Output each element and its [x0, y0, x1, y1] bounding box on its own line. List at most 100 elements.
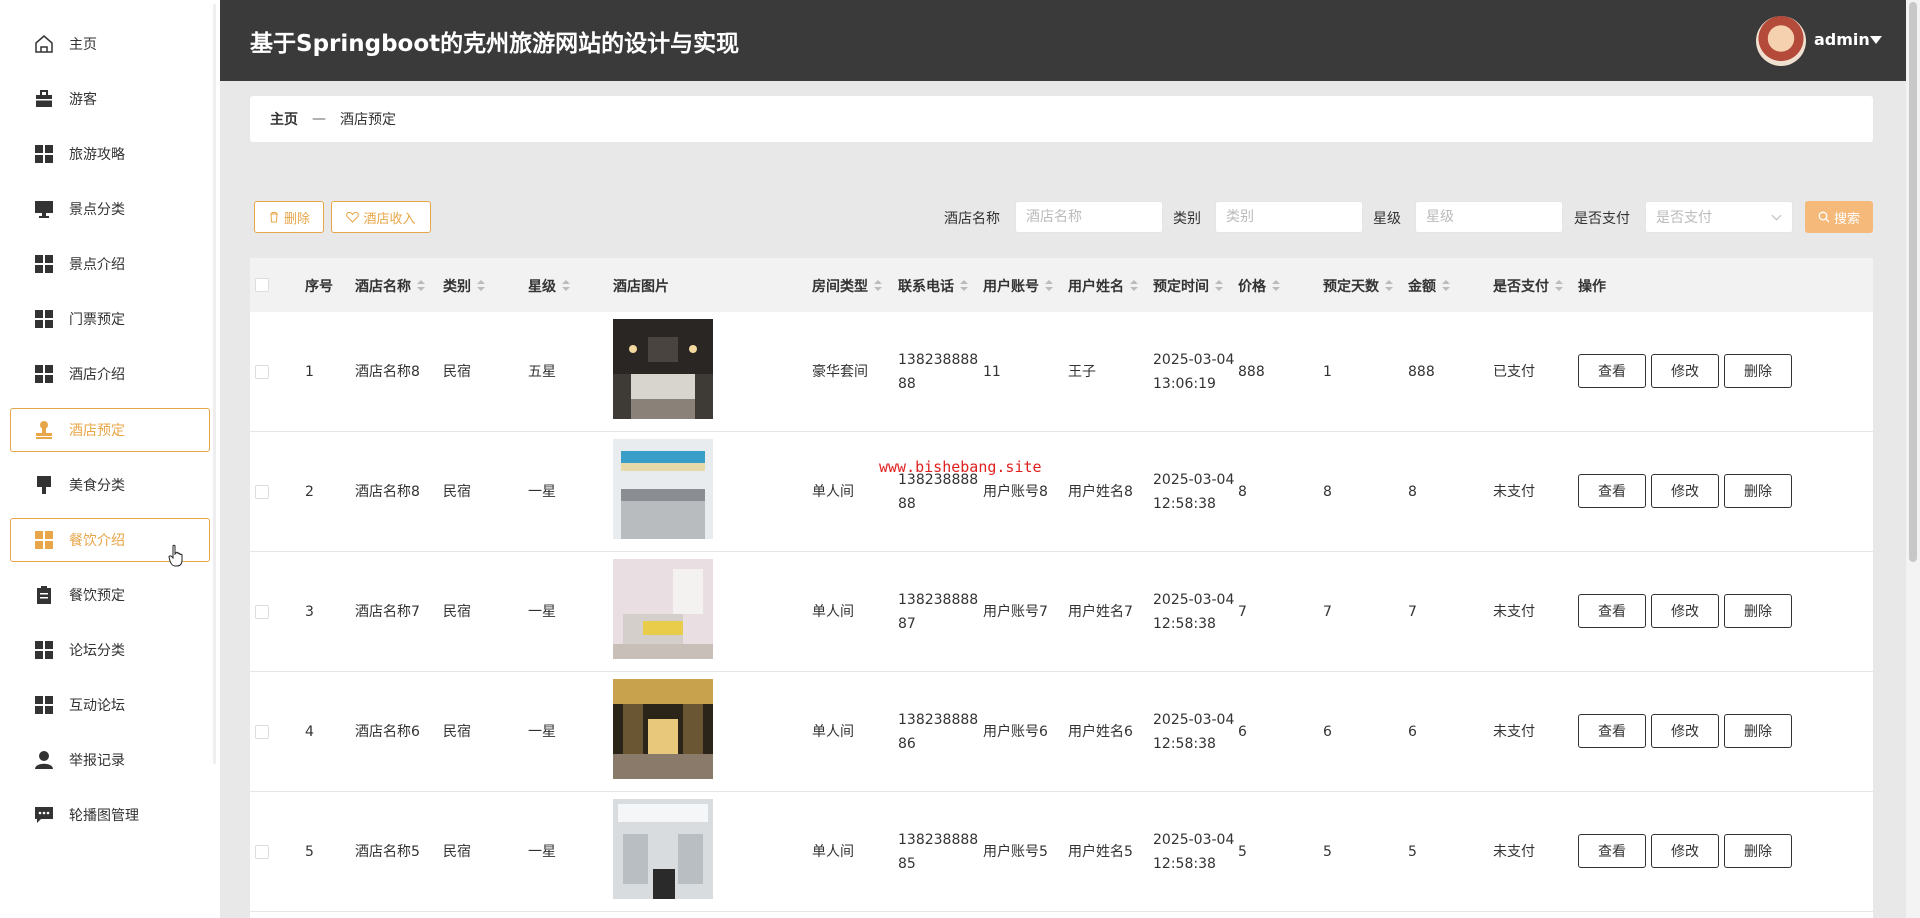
hotel-image[interactable] [613, 559, 713, 659]
sidebar-item-home[interactable]: 主页 [10, 22, 210, 66]
cell-category: 民宿 [443, 604, 471, 620]
delete-button[interactable]: 删除 [1724, 834, 1792, 868]
hotel-income-button[interactable]: 酒店收入 [331, 201, 431, 233]
search-button[interactable]: 搜索 [1805, 201, 1873, 233]
scrollbar-thumb[interactable] [1909, 2, 1917, 562]
delete-button[interactable]: 删除 [1724, 354, 1792, 388]
sidebar-item-hotel-intro[interactable]: 酒店介绍 [10, 352, 210, 396]
edit-button[interactable]: 修改 [1651, 834, 1719, 868]
hotel-image[interactable] [613, 679, 713, 779]
sidebar-item-forum[interactable]: 互动论坛 [10, 683, 210, 727]
cell-time: 12:58:38 [1153, 736, 1216, 752]
view-button[interactable]: 查看 [1578, 834, 1646, 868]
col-booking-time[interactable]: 预定时间 [1153, 276, 1223, 296]
cell-time: 13:06:19 [1153, 376, 1216, 392]
col-username[interactable]: 用户姓名 [1068, 276, 1138, 296]
sidebar-item-travel-guide[interactable]: 旅游攻略 [10, 132, 210, 176]
col-paid[interactable]: 是否支付 [1493, 276, 1563, 296]
sidebar-item-label: 举报记录 [69, 753, 125, 769]
cell-paid: 未支付 [1493, 844, 1535, 860]
view-button[interactable]: 查看 [1578, 594, 1646, 628]
sort-icon [874, 280, 882, 292]
hotel-image[interactable] [613, 439, 713, 539]
col-hotel-name[interactable]: 酒店名称 [355, 276, 425, 296]
view-button[interactable]: 查看 [1578, 714, 1646, 748]
search-label: 搜索 [1833, 211, 1860, 227]
sidebar-item-label: 旅游攻略 [69, 147, 125, 163]
sidebar-item-scenic-category[interactable]: 景点分类 [10, 187, 210, 231]
filter-hotel-name-input[interactable] [1015, 201, 1163, 233]
edit-button[interactable]: 修改 [1651, 594, 1719, 628]
sidebar-item-tourists[interactable]: 游客 [10, 77, 210, 121]
edit-button[interactable]: 修改 [1651, 474, 1719, 508]
cell-name: 用户姓名8 [1068, 484, 1133, 500]
trash-icon [269, 212, 278, 223]
cell-account: 用户账号8 [983, 484, 1048, 500]
cell-category: 民宿 [443, 364, 471, 380]
sidebar-item-scenic-intro[interactable]: 景点介绍 [10, 242, 210, 286]
sidebar-scrollbar[interactable] [213, 4, 216, 764]
col-account[interactable]: 用户账号 [983, 276, 1053, 296]
sidebar-item-carousel[interactable]: 轮播图管理 [10, 793, 210, 837]
edit-button[interactable]: 修改 [1651, 714, 1719, 748]
cell-star: 一星 [528, 604, 556, 620]
filter-category-input[interactable] [1215, 201, 1363, 233]
row-checkbox[interactable] [255, 605, 269, 619]
row-checkbox[interactable] [255, 485, 269, 499]
cell-phone-line2: 86 [898, 736, 916, 752]
cell-category: 民宿 [443, 844, 471, 860]
row-checkbox[interactable] [255, 845, 269, 859]
sidebar-item-reports[interactable]: 举报记录 [10, 738, 210, 782]
delete-button[interactable]: 删除 [1724, 474, 1792, 508]
grid-icon [33, 143, 55, 165]
sidebar-item-label: 论坛分类 [69, 643, 125, 659]
chevron-down-icon[interactable] [1870, 36, 1882, 44]
col-days[interactable]: 预定天数 [1323, 276, 1393, 296]
edit-button[interactable]: 修改 [1651, 354, 1719, 388]
select-all-checkbox[interactable] [255, 278, 269, 292]
cell-phone-line2: 87 [898, 616, 916, 632]
view-button[interactable]: 查看 [1578, 474, 1646, 508]
sidebar-item-food-category[interactable]: 美食分类 [10, 463, 210, 507]
bulk-delete-button[interactable]: 删除 [254, 201, 324, 233]
hotel-image[interactable] [613, 319, 713, 419]
delete-button[interactable]: 删除 [1724, 714, 1792, 748]
grid-icon [33, 694, 55, 716]
col-amount[interactable]: 金额 [1408, 276, 1450, 296]
col-price[interactable]: 价格 [1238, 276, 1280, 296]
cell-room: 单人间 [812, 844, 854, 860]
cell-paid: 已支付 [1493, 364, 1535, 380]
grid-icon [33, 363, 55, 385]
row-checkbox[interactable] [255, 725, 269, 739]
hotel-image[interactable] [613, 799, 713, 899]
cell-amount: 888 [1408, 364, 1435, 380]
col-category[interactable]: 类别 [443, 276, 485, 296]
sidebar-item-label: 餐饮介绍 [69, 533, 125, 549]
view-button[interactable]: 查看 [1578, 354, 1646, 388]
sidebar-item-dining-booking[interactable]: 餐饮预定 [10, 573, 210, 617]
cell-category: 民宿 [443, 484, 471, 500]
delete-button[interactable]: 删除 [1724, 594, 1792, 628]
grid-icon [33, 639, 55, 661]
cell-price: 8 [1238, 484, 1247, 500]
username[interactable]: admin [1814, 30, 1870, 49]
filter-paid-select[interactable]: 是否支付 [1645, 201, 1793, 233]
cell-account: 用户账号6 [983, 724, 1048, 740]
sidebar-item-hotel-booking[interactable]: 酒店预定 [10, 408, 210, 452]
col-room-type[interactable]: 房间类型 [812, 276, 882, 296]
cell-room: 单人间 [812, 724, 854, 740]
filter-star-input[interactable] [1415, 201, 1563, 233]
sidebar-item-ticket-booking[interactable]: 门票预定 [10, 297, 210, 341]
avatar[interactable] [1756, 16, 1806, 66]
cell-account: 11 [983, 364, 1001, 380]
col-star[interactable]: 星级 [528, 276, 570, 296]
col-phone[interactable]: 联系电话 [898, 276, 968, 296]
hand-cursor-icon [168, 544, 183, 567]
page-scrollbar[interactable] [1906, 0, 1920, 918]
breadcrumb-home[interactable]: 主页 [270, 109, 298, 129]
row-checkbox[interactable] [255, 365, 269, 379]
booking-table: 序号 酒店名称 类别 星级 酒店图片 房间类型 联系电话 用户账号 用户姓名 预… [250, 258, 1873, 918]
cell-room: 豪华套间 [812, 364, 868, 380]
sidebar-item-label: 餐饮预定 [69, 588, 125, 604]
sidebar-item-forum-category[interactable]: 论坛分类 [10, 628, 210, 672]
